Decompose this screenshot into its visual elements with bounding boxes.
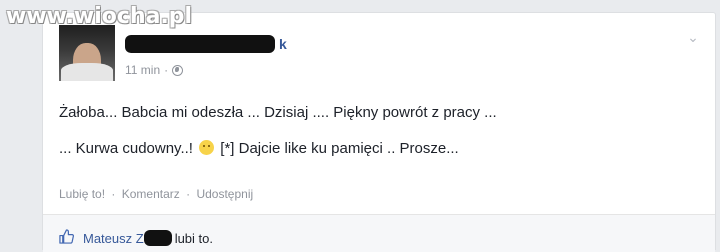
- globe-icon[interactable]: [172, 64, 184, 76]
- post-timestamp[interactable]: 11 min: [125, 63, 160, 77]
- author-name-suffix: k: [279, 36, 287, 52]
- redacted-author-name: [125, 35, 275, 53]
- post-text-line-2: ... Kurwa cudowny..! [*] Dajcie like ku …: [59, 139, 699, 159]
- post-card: k 11 min · ⌄ Żałoba... Babcia mi odeszła…: [42, 12, 716, 252]
- action-separator: ·: [186, 187, 191, 201]
- likes-text: Mateusz Z lubi to.: [83, 230, 213, 246]
- liker-name[interactable]: Mateusz Z: [83, 231, 144, 246]
- post-text-line-2-end: [*] Dajcie like ku pamięci .. Prosze...: [220, 140, 459, 157]
- likes-summary: Mateusz Z lubi to.: [43, 214, 715, 252]
- site-watermark: www.wiocha.pl: [6, 4, 193, 29]
- post-body: Żałoba... Babcia mi odeszła ... Dzisiaj …: [59, 103, 699, 175]
- thumbs-up-icon: [59, 229, 74, 244]
- likes-suffix: lubi to.: [174, 230, 213, 246]
- avatar-scarf: [61, 63, 113, 81]
- post-meta: 11 min ·: [125, 63, 184, 77]
- action-separator: ·: [111, 187, 116, 201]
- meta-separator: ·: [164, 63, 169, 77]
- redacted-liker-name: [143, 230, 172, 246]
- like-link[interactable]: Lubię to!: [59, 187, 105, 201]
- share-link[interactable]: Udostępnij: [196, 187, 253, 201]
- frown-emoji-icon: [199, 140, 215, 155]
- post-actions: Lubię to! · Komentarz · Udostępnij: [59, 187, 253, 201]
- post-text-line-2-start: ... Kurwa cudowny..!: [59, 140, 193, 157]
- author-avatar[interactable]: [59, 25, 115, 81]
- comment-link[interactable]: Komentarz: [122, 187, 180, 201]
- post-text-line-1: Żałoba... Babcia mi odeszła ... Dzisiaj …: [59, 104, 497, 121]
- chevron-down-icon[interactable]: ⌄: [685, 30, 701, 44]
- author-name[interactable]: k: [125, 35, 287, 53]
